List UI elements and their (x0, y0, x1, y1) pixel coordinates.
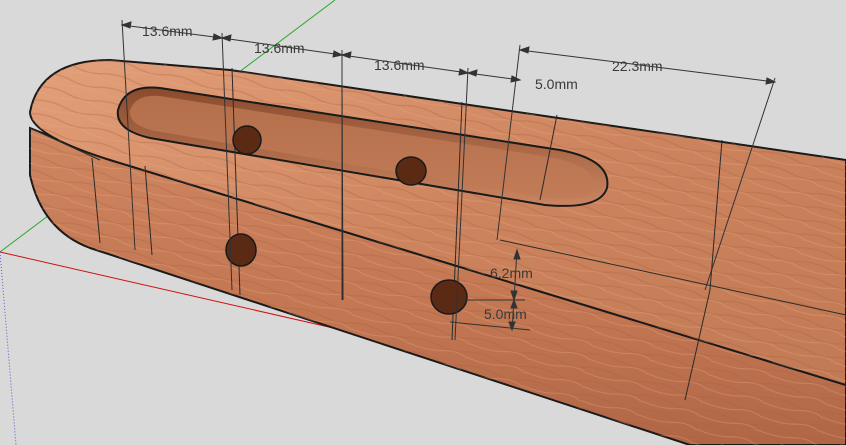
hole-top-2 (395, 156, 427, 186)
dim-label-3: 13.6mm (374, 57, 425, 73)
dim-label-1: 13.6mm (142, 23, 193, 39)
dim-label-2: 13.6mm (254, 40, 305, 56)
dim-label-4: 5.0mm (535, 76, 578, 92)
model-canvas[interactable]: 13.6mm 13.6mm 13.6mm 5.0mm 22.3mm 6.2mm … (0, 0, 846, 445)
dim-label-7: 5.0mm (484, 306, 527, 322)
model-viewport[interactable]: 13.6mm 13.6mm 13.6mm 5.0mm 22.3mm 6.2mm … (0, 0, 846, 445)
dim-label-6: 6.2mm (490, 265, 533, 281)
dim-label-5: 22.3mm (612, 58, 663, 74)
hole-side-2 (430, 279, 468, 315)
hole-top-1 (232, 125, 262, 155)
blue-axis (0, 251, 17, 445)
